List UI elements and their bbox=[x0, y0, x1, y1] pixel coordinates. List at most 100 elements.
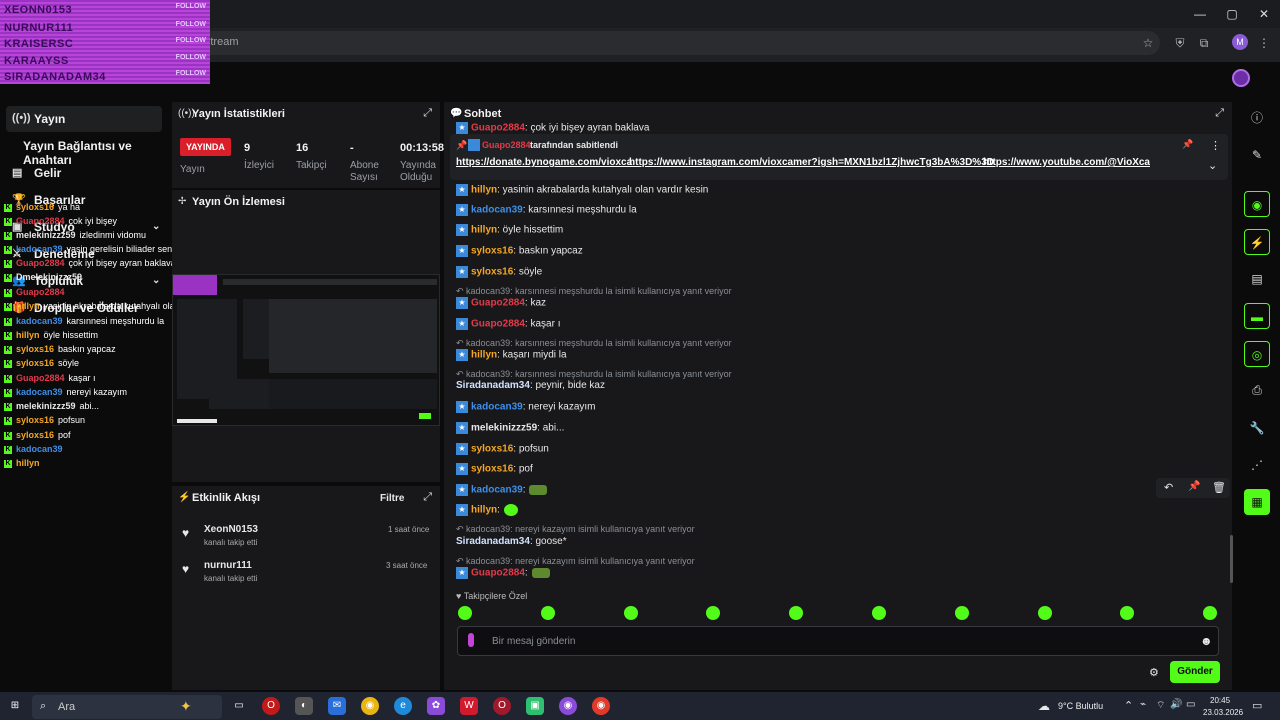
expand-icon[interactable]: ⤢ bbox=[423, 107, 432, 120]
chevron-up-icon[interactable]: ⌃ bbox=[1124, 699, 1133, 712]
emote-icon[interactable] bbox=[872, 606, 886, 620]
chrome-alt-icon[interactable]: ◉ bbox=[592, 697, 610, 715]
emote-icon[interactable] bbox=[458, 606, 472, 620]
chat-username[interactable]: melekinizzz59 bbox=[471, 423, 537, 434]
chat-scrollbar[interactable] bbox=[1230, 535, 1233, 583]
chat-username[interactable]: hillyn bbox=[471, 505, 497, 516]
chat-message[interactable]: ★ hillyn: yasinin akrabalarda kutahyalı o… bbox=[456, 184, 708, 196]
battery-icon[interactable]: ▭ bbox=[1186, 699, 1195, 710]
mail-icon[interactable]: ✉ bbox=[328, 697, 346, 715]
chat-message[interactable]: ★ hillyn: bbox=[456, 504, 518, 516]
chat-message[interactable]: ★ melekinizzz59: abi... bbox=[456, 422, 564, 434]
chat-message[interactable]: ★ kadocan39: bbox=[456, 484, 548, 496]
chat-username[interactable]: kadocan39 bbox=[471, 402, 523, 413]
chat-username[interactable]: syloxs16 bbox=[471, 246, 513, 257]
address-bar[interactable]: dashboard.kick.com/stream bbox=[70, 31, 1160, 55]
stream-preview-video[interactable] bbox=[172, 274, 440, 426]
emote-icon[interactable] bbox=[1038, 606, 1052, 620]
emote-icon[interactable] bbox=[1120, 606, 1134, 620]
filter-button[interactable]: Filtre bbox=[380, 493, 404, 504]
weather-text[interactable]: 9°C Bulutlu bbox=[1058, 701, 1103, 711]
chrome-profile-icon[interactable]: ◉ bbox=[559, 697, 577, 715]
unpin-icon[interactable]: 📌 bbox=[1182, 139, 1193, 150]
chat-username[interactable]: kadocan39 bbox=[471, 205, 523, 216]
chat-username[interactable]: syloxs16 bbox=[471, 444, 513, 455]
kick-studio-icon[interactable]: ▣ bbox=[526, 697, 544, 715]
chat-username[interactable]: Guapo2884 bbox=[471, 568, 525, 579]
chat-message[interactable]: ★ hillyn: öyle hissettim bbox=[456, 224, 563, 236]
chat-bubble-icon[interactable]: ▬ bbox=[1244, 303, 1270, 329]
reply-context[interactable]: ↶ kadocan39: karsınnesi meşshurdu la isi… bbox=[456, 369, 732, 380]
chat-message[interactable]: ★ syloxs16: pof bbox=[456, 463, 533, 475]
chat-username[interactable]: hillyn bbox=[471, 225, 497, 236]
more-options-icon[interactable]: ⋮ bbox=[1210, 139, 1221, 152]
printer-icon[interactable]: ⎙ bbox=[1244, 377, 1270, 403]
chat-message[interactable]: Siradanadam34: peynir, bide kaz bbox=[456, 380, 605, 391]
chat-username[interactable]: hillyn bbox=[471, 350, 497, 361]
app-icon[interactable]: ◐ bbox=[295, 697, 313, 715]
emote-icon[interactable] bbox=[955, 606, 969, 620]
chat-username[interactable]: kadocan39 bbox=[471, 485, 523, 496]
browser-profile-avatar[interactable]: M bbox=[1232, 34, 1248, 50]
expand-icon[interactable]: ⤢ bbox=[1215, 107, 1224, 120]
notes-icon[interactable]: ▤ bbox=[1244, 266, 1270, 292]
chat-username[interactable]: Guapo2884 bbox=[471, 298, 525, 309]
chat-message[interactable]: ★ Guapo2884: kaz bbox=[456, 297, 546, 309]
pin-icon[interactable]: 📌 bbox=[1188, 481, 1200, 492]
instagram-link[interactable]: https://www.instagram.com/vioxcamer?igsh… bbox=[629, 157, 994, 168]
wrench-icon[interactable]: 🔧 bbox=[1244, 415, 1270, 441]
reply-icon[interactable]: ↶ bbox=[1164, 481, 1173, 494]
reply-context[interactable]: ↶ kadocan39: karsınnesi meşshurdu la isi… bbox=[456, 286, 732, 297]
chat-message[interactable]: ★ kadocan39: nereyi kazayım bbox=[456, 401, 596, 413]
microphone-icon[interactable] bbox=[468, 633, 474, 647]
opera-gx-icon[interactable]: O bbox=[493, 697, 511, 715]
pinned-message[interactable]: 📌 Guapo2884 tarafından sabitlendi https:… bbox=[450, 134, 1228, 180]
shield-extension-icon[interactable]: ⛨ bbox=[1172, 35, 1188, 51]
network-icon[interactable]: ⌁ bbox=[1140, 699, 1146, 710]
taskbar-search[interactable]: ⌕ Ara ✦ bbox=[32, 695, 222, 719]
sidebar-item-gelir[interactable]: ▤ Gelir bbox=[6, 160, 162, 186]
chat-username[interactable]: syloxs16 bbox=[471, 267, 513, 278]
clock-time[interactable]: 20:45 bbox=[1210, 696, 1230, 705]
chat-username[interactable]: Guapo2884 bbox=[471, 123, 525, 134]
opera-icon[interactable]: O bbox=[262, 697, 280, 715]
chat-username[interactable]: hillyn bbox=[471, 185, 497, 196]
chat-message[interactable]: ★ syloxs16: baskın yapcaz bbox=[456, 245, 583, 257]
extensions-icon[interactable]: ⧉ bbox=[1196, 35, 1212, 51]
copilot-icon[interactable]: ✿ bbox=[427, 697, 445, 715]
chat-message[interactable]: ★ syloxs16: pofsun bbox=[456, 443, 549, 455]
maximize-button[interactable]: ▢ bbox=[1216, 4, 1248, 24]
reply-context[interactable]: ↶ kadocan39: nereyi kazayım isimli kulla… bbox=[456, 524, 695, 535]
chat-username[interactable]: syloxs16 bbox=[471, 464, 513, 475]
chat-username[interactable]: Siradanadam34 bbox=[456, 380, 530, 391]
send-button[interactable]: Gönder bbox=[1170, 661, 1220, 683]
clock-date[interactable]: 23.03.2026 bbox=[1203, 708, 1243, 717]
screen-capture-icon[interactable]: ◉ bbox=[1244, 191, 1270, 217]
chrome-icon[interactable]: ◉ bbox=[361, 697, 379, 715]
donate-link[interactable]: https://donate.bynogame.com/vioxca bbox=[456, 157, 632, 168]
info-icon[interactable]: ⓘ bbox=[1244, 105, 1270, 131]
emote-icon[interactable] bbox=[624, 606, 638, 620]
volume-icon[interactable]: 🔊 bbox=[1170, 699, 1182, 710]
chat-message[interactable]: ★ hillyn: kaşarı miydi la bbox=[456, 349, 567, 361]
share-icon[interactable]: ⋰ bbox=[1244, 452, 1270, 478]
user-avatar[interactable] bbox=[1232, 69, 1250, 87]
reply-context[interactable]: ↶ kadocan39: nereyi kazayım isimli kulla… bbox=[456, 556, 695, 567]
pinned-by-user[interactable]: Guapo2884 bbox=[482, 140, 531, 150]
clapperboard-icon[interactable]: ▦ bbox=[1244, 489, 1270, 515]
lightning-icon[interactable]: ⚡ bbox=[1244, 229, 1270, 255]
minimize-button[interactable]: — bbox=[1184, 4, 1216, 24]
edit-icon[interactable]: ✎ bbox=[1244, 142, 1270, 168]
browser-menu-icon[interactable]: ⋮ bbox=[1256, 35, 1272, 51]
sidebar-item-yayin[interactable]: ((•)) Yayın bbox=[6, 106, 162, 132]
wifi-icon[interactable]: ⌔ bbox=[1156, 699, 1165, 712]
notification-icon[interactable]: ▭ bbox=[1252, 699, 1262, 712]
chevron-down-icon[interactable]: ⌄ bbox=[1208, 159, 1217, 172]
youtube-link[interactable]: https://www.youtube.com/@VioXca bbox=[983, 157, 1150, 168]
emoji-icon[interactable]: ☻ bbox=[1200, 634, 1213, 648]
settings-gear-icon[interactable]: ⚙ bbox=[1149, 666, 1159, 679]
wps-icon[interactable]: W bbox=[460, 697, 478, 715]
chat-message[interactable]: ★ Guapo2884: kaşar ı bbox=[456, 318, 561, 330]
edge-icon[interactable]: e bbox=[394, 697, 412, 715]
chat-message[interactable]: ★ Guapo2884: bbox=[456, 567, 550, 579]
